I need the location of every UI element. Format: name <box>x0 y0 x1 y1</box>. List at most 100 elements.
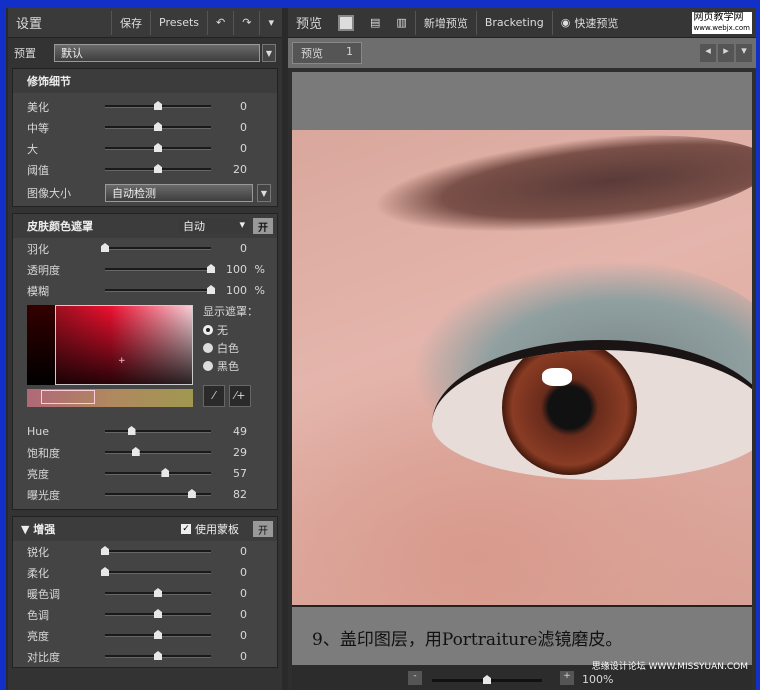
slider-thumb[interactable] <box>154 143 162 152</box>
portraiture-window: 设置 保存 Presets ↶ ↷ ▾ 预置 默认 ▼ 修饰细节 美化 0 中等 … <box>6 8 756 690</box>
slider-row: 饱和度 29 <box>13 442 277 463</box>
watermark-text: 思缘设计论坛 WWW.MISSYUAN.COM <box>591 662 748 672</box>
slider-track[interactable] <box>105 122 211 131</box>
zoom-slider[interactable] <box>432 675 542 684</box>
slider-thumb[interactable] <box>154 609 162 618</box>
slider-track[interactable] <box>105 588 211 597</box>
slider-value: 0 <box>240 650 247 663</box>
slider-value: 0 <box>240 100 247 113</box>
zoom-level[interactable]: 100% <box>582 673 613 686</box>
slider-thumb[interactable] <box>127 426 136 435</box>
slider-value: 100 <box>226 284 247 297</box>
slider-thumb[interactable] <box>207 264 215 273</box>
slider-label: 曝光度 <box>27 488 60 502</box>
slider-track[interactable] <box>105 285 215 294</box>
slider-track[interactable] <box>105 447 211 456</box>
slider-track[interactable] <box>101 546 211 555</box>
slider-thumb[interactable] <box>187 489 196 498</box>
slider-label: 透明度 <box>27 263 60 277</box>
slider-row: 锐化 0 <box>13 541 277 562</box>
use-mask-checkbox[interactable]: ✓ <box>181 524 191 534</box>
slider-track[interactable] <box>105 264 215 273</box>
slider-track[interactable] <box>105 609 211 618</box>
quick-preview-toggle[interactable]: ◉ 快速预览 <box>551 10 627 35</box>
slider-label: 阈值 <box>27 163 49 177</box>
slider-value: 0 <box>240 629 247 642</box>
single-view-icon[interactable] <box>330 11 362 35</box>
zoom-in-button[interactable]: + <box>560 671 574 685</box>
iris <box>502 350 637 475</box>
brightness-strip[interactable] <box>27 305 55 385</box>
slider-label: 暖色调 <box>27 587 60 601</box>
slider-thumb[interactable] <box>154 630 162 639</box>
detail-header: 修饰细节 <box>13 69 277 93</box>
save-button[interactable]: 保存 <box>111 10 150 35</box>
slider-track[interactable] <box>105 426 211 435</box>
slider-track[interactable] <box>105 489 211 498</box>
slider-value: 29 <box>233 446 247 459</box>
hue-range-bar[interactable] <box>27 389 193 407</box>
slider-label: Hue <box>27 425 50 438</box>
radio-white[interactable]: 白色 <box>203 339 258 357</box>
slider-row: 暖色调 0 <box>13 583 277 604</box>
slider-label: 亮度 <box>27 467 49 481</box>
slider-thumb[interactable] <box>161 468 170 477</box>
slider-value: 0 <box>240 566 247 579</box>
slider-track[interactable] <box>105 651 211 660</box>
chevron-down-icon[interactable]: ▼ <box>262 44 276 62</box>
show-mask-label: 显示遮罩： <box>203 305 258 318</box>
settings-panel: 设置 保存 Presets ↶ ↷ ▾ 预置 默认 ▼ 修饰细节 美化 0 中等 … <box>8 8 282 690</box>
caption: 9、盖印图层，用Portraiture滤镜磨皮。 <box>292 605 752 665</box>
zoom-out-button[interactable]: - <box>408 671 422 685</box>
slider-row: 亮度 0 <box>13 625 277 646</box>
slider-value: 0 <box>240 608 247 621</box>
slider-thumb[interactable] <box>154 651 162 660</box>
slider-track[interactable] <box>105 164 211 173</box>
preview-image[interactable] <box>292 130 752 605</box>
image-size-dropdown[interactable]: 自动检测 <box>105 184 253 202</box>
slider-thumb[interactable] <box>154 122 162 131</box>
radio-none[interactable]: 无 <box>203 321 258 339</box>
eyedropper-icon[interactable]: ⁄ <box>203 385 225 407</box>
slider-track[interactable] <box>105 468 211 477</box>
slider-thumb[interactable] <box>154 101 162 110</box>
slider-thumb[interactable] <box>154 164 162 173</box>
mask-mode-dropdown[interactable]: 自动 ▾ <box>179 218 249 234</box>
undo-icon[interactable]: ↶ <box>207 10 233 35</box>
radio-black[interactable]: 黑色 <box>203 357 258 375</box>
menu-chevron-down-icon[interactable]: ▾ <box>259 10 282 35</box>
next-arrow-icon[interactable]: ▸ <box>718 44 734 62</box>
prev-arrow-icon[interactable]: ◂ <box>700 44 716 62</box>
split-vertical-icon[interactable]: ▥ <box>388 11 414 35</box>
redo-icon[interactable]: ↷ <box>233 10 259 35</box>
presets-button[interactable]: Presets <box>150 10 207 35</box>
slider-track[interactable] <box>101 243 211 252</box>
slider-value: 0 <box>240 121 247 134</box>
slider-thumb[interactable] <box>207 285 215 294</box>
preset-dropdown[interactable]: 默认 <box>54 44 260 62</box>
radio-label: 无 <box>217 324 228 337</box>
enhance-on-button[interactable]: 开 <box>253 521 273 537</box>
slider-track[interactable] <box>105 101 211 110</box>
slider-label: 羽化 <box>27 242 49 256</box>
collapse-triangle-icon[interactable]: ▼ <box>21 523 33 536</box>
slider-row: 色调 0 <box>13 604 277 625</box>
eyedropper-plus-icon[interactable]: ⁄+ <box>229 385 251 407</box>
chevron-down-icon[interactable]: ▾ <box>736 44 752 62</box>
chevron-down-icon[interactable]: ▼ <box>257 184 271 202</box>
mask-on-button[interactable]: 开 <box>253 218 273 234</box>
bracketing-button[interactable]: Bracketing <box>475 10 552 35</box>
color-picker-field[interactable]: + <box>55 305 193 385</box>
slider-label: 柔化 <box>27 566 49 580</box>
slider-thumb[interactable] <box>131 447 140 456</box>
new-preview-button[interactable]: 新增预览 <box>414 10 476 35</box>
split-horizontal-icon[interactable]: ▤ <box>362 11 388 35</box>
tab-preview-1[interactable]: 预览 1 <box>292 42 362 64</box>
slider-track[interactable] <box>105 630 211 639</box>
slider-thumb[interactable] <box>154 588 162 597</box>
slider-track[interactable] <box>101 567 211 576</box>
slider-value: 49 <box>233 425 247 438</box>
slider-track[interactable] <box>105 143 211 152</box>
settings-title: 设置 <box>16 17 43 32</box>
slider-row: Hue 49 <box>13 421 277 442</box>
